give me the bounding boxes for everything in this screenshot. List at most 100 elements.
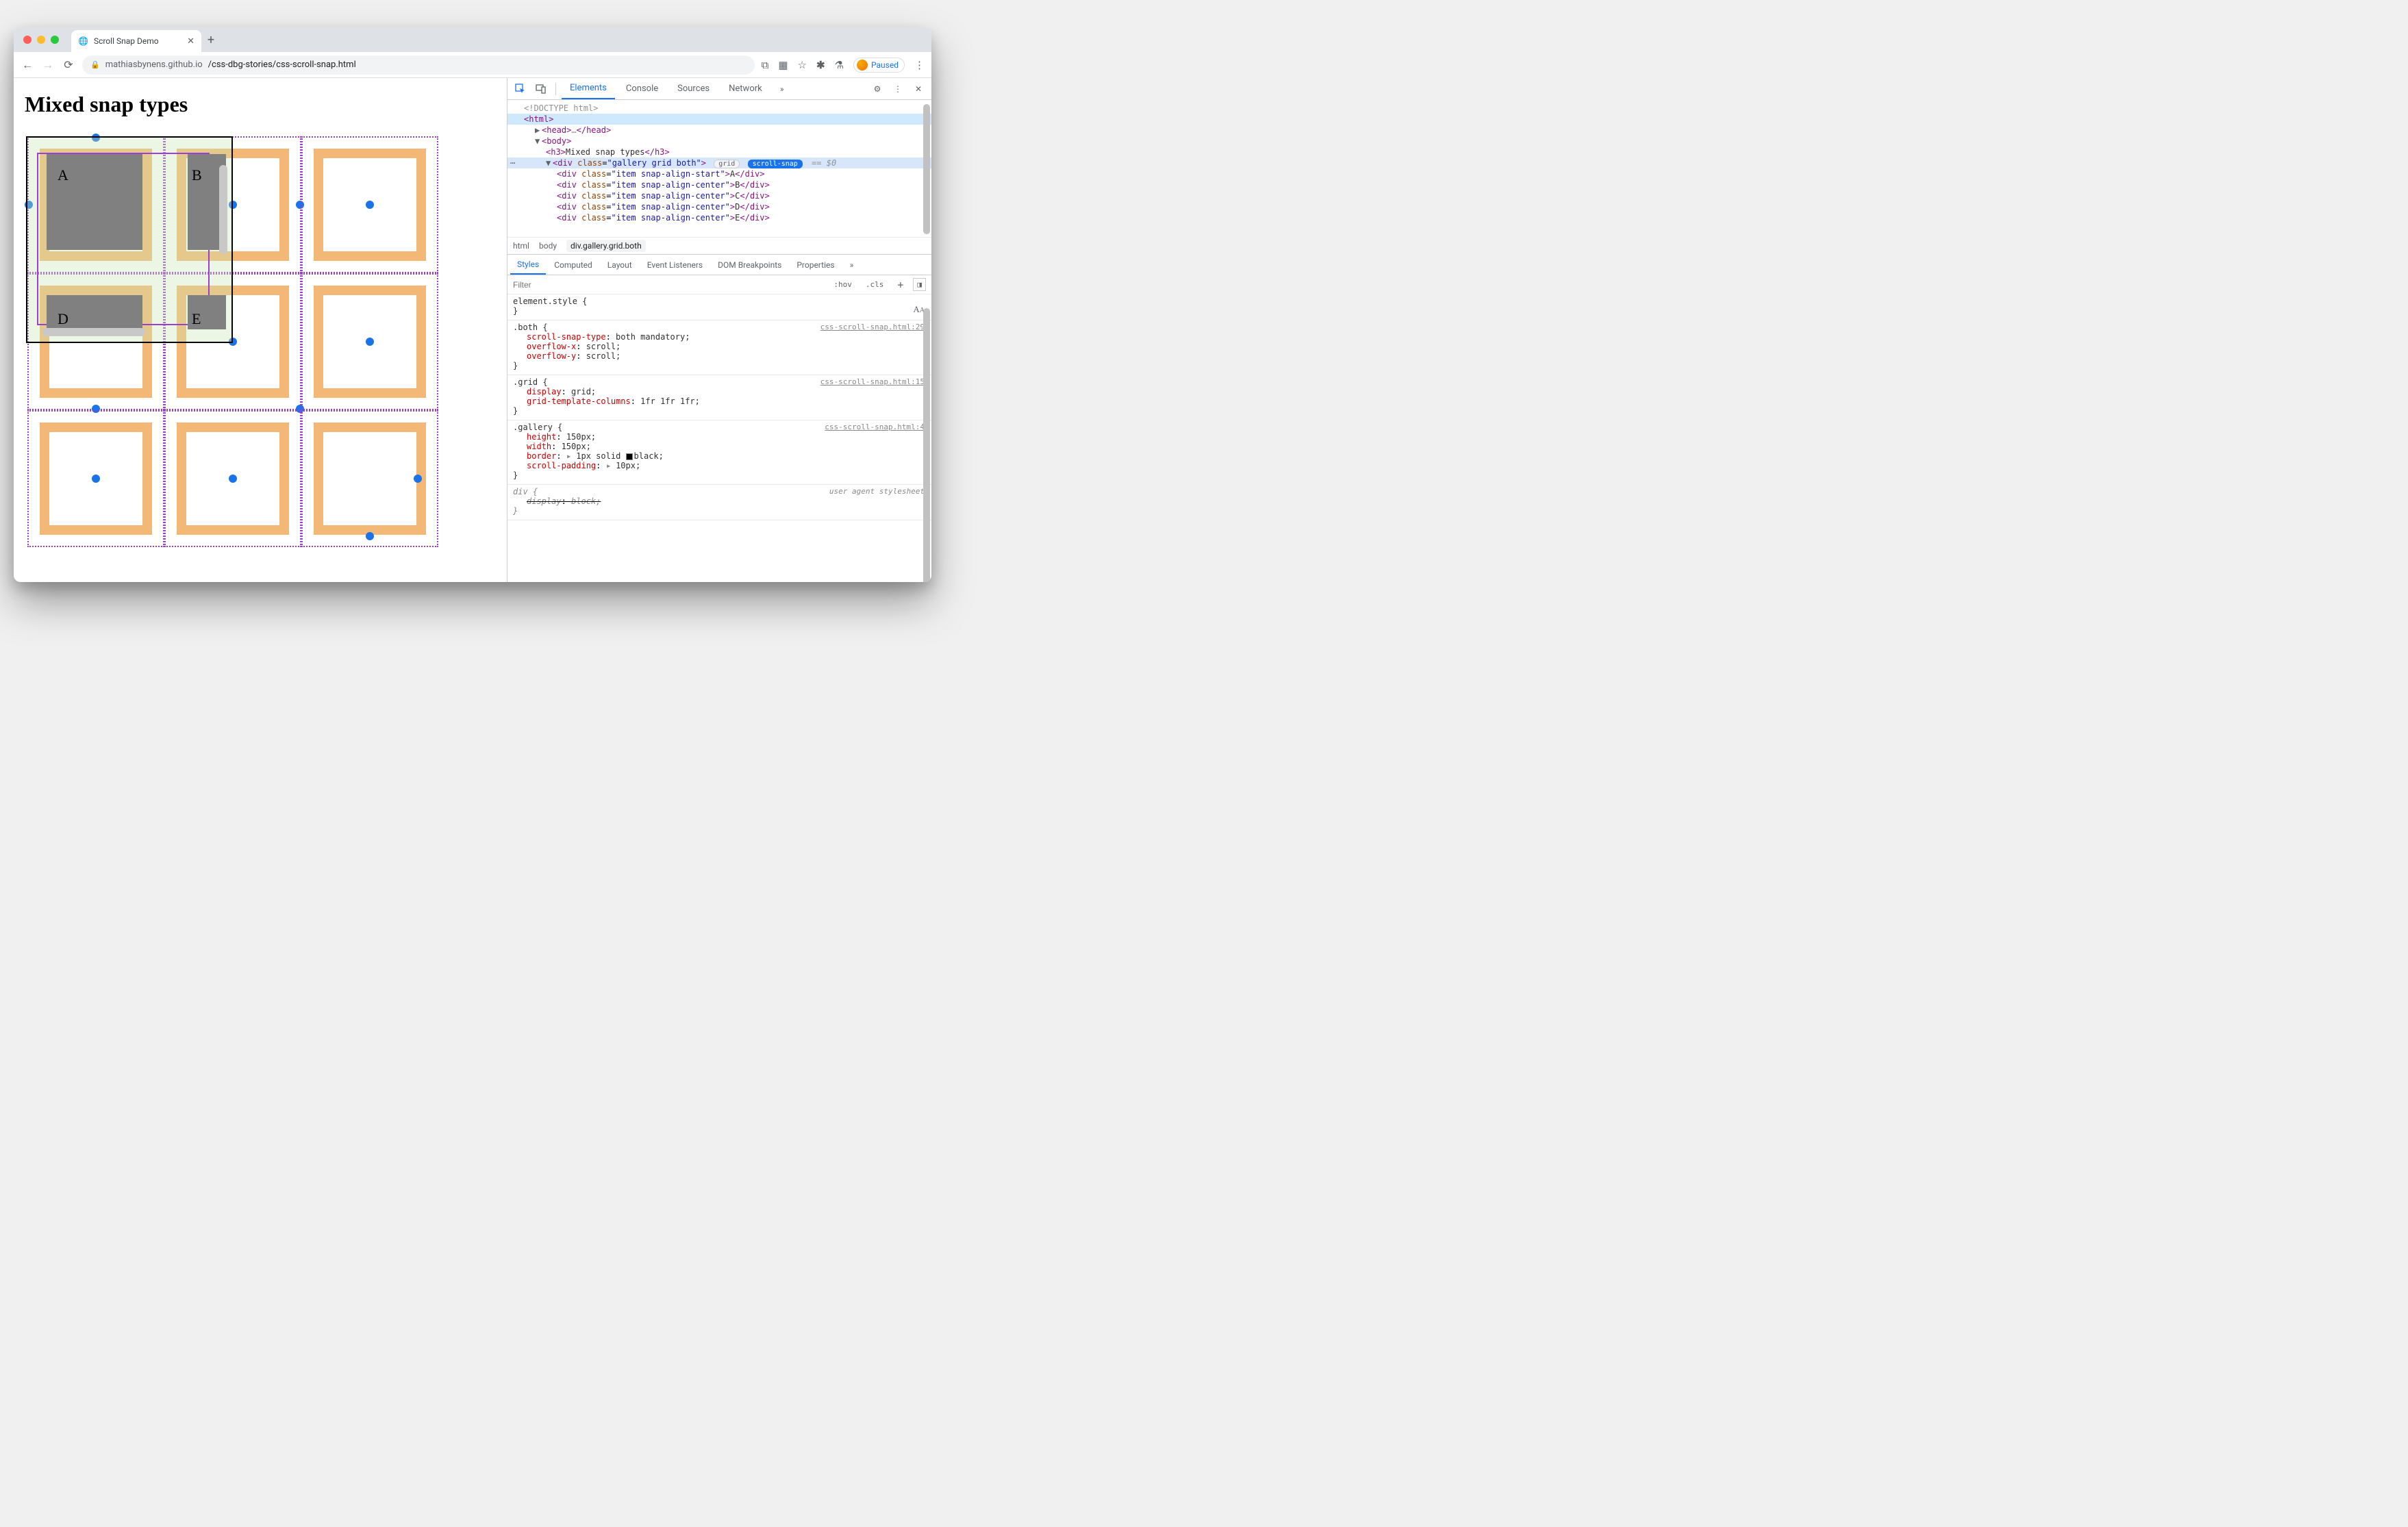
device-toolbar-icon[interactable]: [532, 80, 550, 98]
close-window-button[interactable]: [23, 36, 32, 44]
gallery-item-a: A: [47, 154, 142, 250]
rule-gallery[interactable]: css-scroll-snap.html:4 .gallery { height…: [507, 420, 931, 485]
snap-handle[interactable]: [25, 201, 33, 209]
tab-console[interactable]: Console: [618, 78, 666, 99]
address-bar[interactable]: 🔒 mathiasbynens.github.io/css-dbg-storie…: [82, 55, 755, 75]
dom-item[interactable]: <div class="item snap-align-center">B</d…: [507, 179, 931, 190]
inspect-icon[interactable]: [512, 80, 529, 98]
dom-item[interactable]: <div class="item snap-align-center">C</d…: [507, 190, 931, 201]
snap-point-icon: [229, 475, 237, 483]
avatar: [857, 60, 868, 71]
rule-user-agent[interactable]: user agent stylesheet div { display: blo…: [507, 485, 931, 520]
content-area: Mixed snap types: [14, 78, 931, 582]
dom-h3[interactable]: <h3>Mixed snap types</h3>: [507, 147, 931, 157]
snap-overlay-container: A B D E: [21, 136, 500, 547]
lock-icon: 🔒: [90, 60, 100, 69]
bookmark-star-icon[interactable]: ☆: [798, 59, 807, 71]
more-subtabs-icon[interactable]: »: [843, 255, 861, 275]
filter-input[interactable]: [513, 280, 824, 290]
profile-paused-badge[interactable]: Paused: [853, 58, 905, 73]
subtab-event-listeners[interactable]: Event Listeners: [640, 255, 710, 275]
snap-point-icon: [414, 475, 422, 483]
snap-cell: [164, 273, 301, 410]
crumb-html[interactable]: html: [513, 241, 529, 251]
grid-badge[interactable]: grid: [714, 160, 740, 168]
minimize-window-button[interactable]: [37, 36, 45, 44]
subtab-layout[interactable]: Layout: [601, 255, 639, 275]
snap-cell: [164, 410, 301, 547]
horizontal-scrollbar[interactable]: [42, 328, 145, 336]
reload-button[interactable]: ⟳: [62, 58, 75, 71]
rule-grid[interactable]: css-scroll-snap.html:15 .grid { display:…: [507, 375, 931, 420]
page-heading: Mixed snap types: [25, 92, 500, 117]
dom-tree[interactable]: <!DOCTYPE html> <html> ▶<head>…</head> ▼…: [507, 100, 931, 237]
dom-item[interactable]: <div class="item snap-align-center">E</d…: [507, 212, 931, 223]
tab-sources[interactable]: Sources: [669, 78, 718, 99]
dom-gallery-div[interactable]: ⋯ ▼<div class="gallery grid both"> grid …: [507, 157, 931, 168]
url-host: mathiasbynens.github.io: [105, 60, 203, 70]
subtab-properties[interactable]: Properties: [790, 255, 841, 275]
styles-rules[interactable]: AA element.style { } css-scroll-snap.htm…: [507, 294, 931, 582]
labs-icon[interactable]: ⚗: [835, 59, 844, 71]
subtab-computed[interactable]: Computed: [547, 255, 599, 275]
snap-point-icon: [92, 475, 100, 483]
devtools-panel: Elements Console Sources Network » ⚙ ⋮ ✕…: [507, 78, 931, 582]
scroll-snap-badge[interactable]: scroll-snap: [748, 160, 803, 168]
snap-cell: [27, 410, 164, 547]
gallery-item-e: E: [188, 295, 226, 329]
new-tab-button[interactable]: +: [201, 33, 221, 47]
kebab-icon[interactable]: ⋮: [889, 80, 907, 98]
crumb-body[interactable]: body: [539, 241, 557, 251]
menu-icon[interactable]: ⋮: [914, 59, 925, 71]
browser-tab[interactable]: 🌐 Scroll Snap Demo ✕: [71, 30, 201, 52]
subtab-styles[interactable]: Styles: [510, 255, 546, 275]
devtools-scrollbar[interactable]: [923, 103, 930, 579]
more-tabs-icon[interactable]: »: [773, 80, 791, 98]
maximize-window-button[interactable]: [51, 36, 59, 44]
rule-both[interactable]: css-scroll-snap.html:29 .both { scroll-s…: [507, 320, 931, 375]
settings-gear-icon[interactable]: ⚙: [868, 80, 886, 98]
vertical-scrollbar[interactable]: [219, 165, 227, 254]
snap-cell: [164, 136, 301, 273]
globe-icon: 🌐: [78, 36, 88, 46]
snap-cell: [301, 136, 438, 273]
dom-doctype: <!DOCTYPE html>: [507, 103, 931, 114]
tab-title: Scroll Snap Demo: [94, 36, 159, 46]
close-tab-icon[interactable]: ✕: [187, 36, 195, 47]
dom-item[interactable]: <div class="item snap-align-start">A</di…: [507, 168, 931, 179]
snap-cell: [301, 273, 438, 410]
back-button[interactable]: ←: [21, 58, 34, 72]
subtab-dom-breakpoints[interactable]: DOM Breakpoints: [711, 255, 788, 275]
tab-network[interactable]: Network: [720, 78, 770, 99]
ellipsis-icon[interactable]: ⋯: [510, 158, 515, 168]
browser-window: 🌐 Scroll Snap Demo ✕ + ← → ⟳ 🔒 mathiasby…: [14, 27, 931, 582]
expand-triangle-icon[interactable]: ▶: [567, 453, 570, 459]
hov-button[interactable]: :hov: [829, 278, 856, 291]
extensions-icon[interactable]: ✱: [816, 59, 825, 71]
cls-button[interactable]: .cls: [862, 278, 888, 291]
snap-point-icon: [366, 201, 374, 209]
expand-triangle-icon[interactable]: ▶: [607, 462, 610, 469]
gallery-item-d: D: [47, 295, 142, 329]
devices-icon[interactable]: ⧉: [762, 59, 769, 71]
crumb-selected[interactable]: div.gallery.grid.both: [566, 240, 646, 252]
dom-item[interactable]: <div class="item snap-align-center">D</d…: [507, 201, 931, 212]
rule-source-link[interactable]: css-scroll-snap.html:29: [820, 323, 925, 331]
toolbar-right: ⧉ ▦ ☆ ✱ ⚗ Paused ⋮: [762, 58, 925, 73]
snap-handle[interactable]: [92, 134, 100, 142]
rule-element-style[interactable]: AA element.style { }: [507, 294, 931, 320]
devtools-tabs: Elements Console Sources Network » ⚙ ⋮ ✕: [507, 78, 931, 100]
forward-button[interactable]: →: [41, 58, 55, 72]
new-rule-icon[interactable]: +: [893, 277, 907, 293]
rule-source-link[interactable]: css-scroll-snap.html:15: [820, 377, 925, 386]
color-swatch-icon[interactable]: [626, 453, 633, 460]
rule-source-link[interactable]: css-scroll-snap.html:4: [825, 422, 925, 431]
dollar-zero: == $0: [812, 158, 836, 168]
qr-icon[interactable]: ▦: [778, 59, 788, 71]
dom-html[interactable]: <html>: [507, 114, 931, 125]
dom-body[interactable]: ▼<body>: [507, 136, 931, 147]
titlebar: 🌐 Scroll Snap Demo ✕ +: [14, 27, 931, 52]
tab-elements[interactable]: Elements: [562, 78, 615, 99]
close-devtools-icon[interactable]: ✕: [910, 80, 927, 98]
dom-head[interactable]: ▶<head>…</head>: [507, 125, 931, 136]
